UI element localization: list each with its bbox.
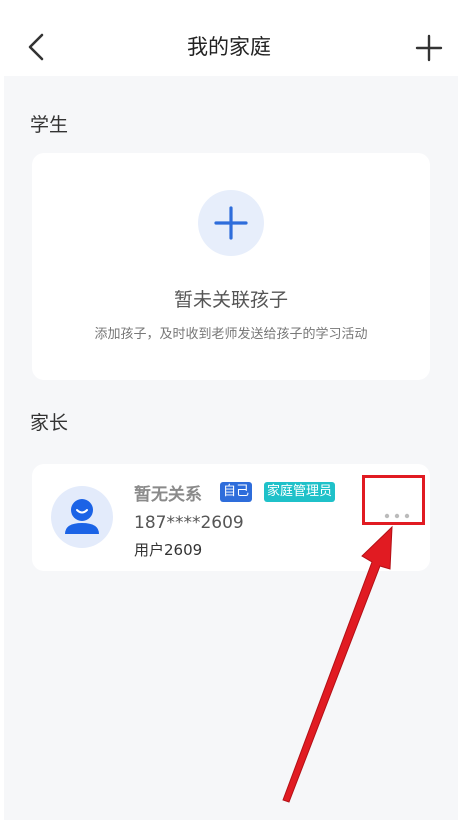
more-dots-icon [384,513,410,519]
parents-section-label: 家长 [30,412,69,434]
more-options-button[interactable] [362,475,425,525]
user-avatar-icon [65,499,99,534]
member-relation: 暂无关系 [134,485,202,505]
avatar [51,486,113,548]
admin-badge: 家庭管理员 [264,482,336,502]
plus-icon [214,206,248,240]
plus-icon[interactable] [414,33,444,63]
empty-state-title: 暂未关联孩子 [173,289,288,311]
empty-state-description: 添加孩子，及时收到老师发送给孩子的学习活动 [94,327,368,342]
add-child-button[interactable] [198,190,264,256]
page-title: 我的家庭 [187,35,271,59]
student-empty-card [32,153,430,380]
self-badge: 自己 [220,482,253,502]
nav-bar: 我的家庭 [0,0,458,76]
students-section-label: 学生 [30,114,69,136]
member-username: 用户2609 [134,541,203,559]
member-phone: 187****2609 [134,513,244,533]
